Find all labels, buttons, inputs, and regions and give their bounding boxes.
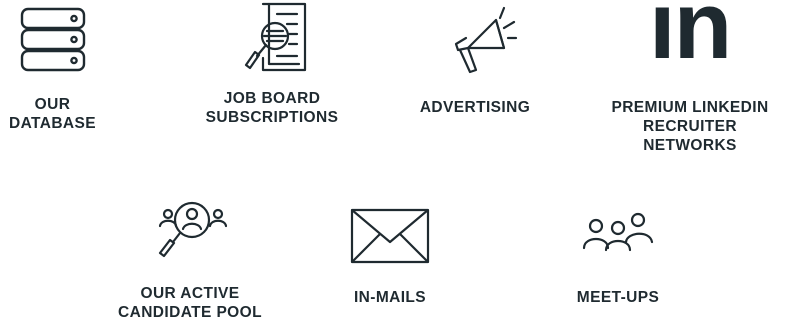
item-job-board-subscriptions: JOB BOARD SUBSCRIPTIONS [192, 0, 352, 127]
item-our-active-candidate-pool: OUR ACTIVE CANDIDATE POOL [105, 198, 275, 322]
item-label: PREMIUM LINKEDIN RECRUITER NETWORKS [611, 99, 769, 154]
item-label: JOB BOARD SUBSCRIPTIONS [205, 90, 339, 126]
item-our-database: OUR DATABASE [0, 6, 105, 133]
item-label: ADVERTISING [419, 99, 531, 116]
item-label: OUR ACTIVE CANDIDATE POOL [118, 285, 262, 321]
envelope-icon [350, 208, 430, 264]
linkedin-icon: in [645, 0, 735, 86]
database-icon [20, 7, 85, 72]
megaphone-icon [454, 6, 518, 74]
document-search-icon [244, 2, 307, 72]
linkedin-logo-text: in [649, 0, 732, 79]
item-advertising: ADVERTISING [405, 2, 545, 117]
group-icon [582, 212, 654, 252]
item-label: MEET-UPS [576, 289, 660, 306]
item-premium-linkedin-recruiter-networks: in PREMIUM LINKEDIN RECRUITER NETWORKS [590, 0, 790, 155]
item-label: OUR DATABASE [8, 96, 96, 132]
item-meet-ups: MEET-UPS [553, 206, 683, 307]
item-label: IN-MAILS [353, 289, 427, 306]
people-search-icon [158, 201, 228, 258]
item-in-mails: IN-MAILS [330, 206, 450, 307]
